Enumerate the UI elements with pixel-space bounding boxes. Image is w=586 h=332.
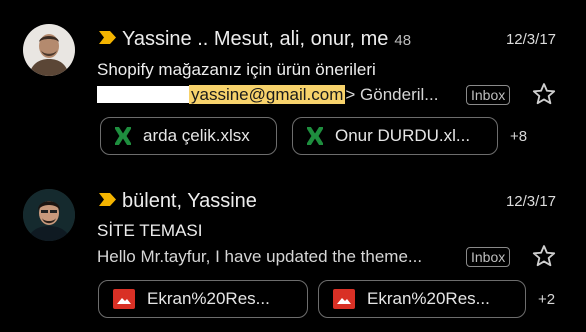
attachment-name: Ekran%20Res... bbox=[147, 289, 270, 308]
excel-file-icon bbox=[307, 127, 323, 145]
star-outline-icon[interactable] bbox=[531, 243, 557, 269]
attachment-name: Onur DURDU.xl... bbox=[335, 126, 471, 145]
sender-names: bülent, Yassine bbox=[122, 190, 257, 212]
snippet-tail: > Gönderil... bbox=[345, 85, 439, 104]
important-marker-icon[interactable] bbox=[99, 31, 116, 44]
thread-count: 48 bbox=[394, 32, 412, 49]
inbox-label-badge[interactable]: Inbox bbox=[466, 85, 511, 105]
email-snippet: Hello Mr.tayfur, I have updated the them… bbox=[97, 247, 423, 266]
email-date: 12/3/17 bbox=[505, 31, 556, 48]
important-marker-icon[interactable] bbox=[99, 193, 116, 206]
email-subject: SİTE TEMASI bbox=[97, 221, 203, 240]
more-attachments-count[interactable]: +2 bbox=[538, 291, 555, 308]
avatar[interactable] bbox=[23, 189, 75, 241]
sender-row: bülent, Yassine bbox=[99, 190, 257, 213]
sender-row: Yassine .. Mesut, ali, onur, me 48 bbox=[99, 28, 411, 51]
sender-names: Yassine .. Mesut, ali, onur, me bbox=[122, 28, 389, 50]
avatar[interactable] bbox=[23, 24, 75, 76]
email-snippet: yassine@gmail.com > Gönderil... bbox=[97, 85, 438, 105]
attachment-name: arda çelik.xlsx bbox=[143, 126, 250, 145]
attachment-chip[interactable]: Onur DURDU.xl... bbox=[292, 117, 498, 155]
image-file-icon bbox=[113, 289, 135, 309]
highlighted-email: yassine@gmail.com bbox=[189, 85, 346, 104]
image-file-icon bbox=[333, 289, 355, 309]
star-outline-icon[interactable] bbox=[531, 81, 557, 107]
attachment-chip[interactable]: Ekran%20Res... bbox=[318, 280, 526, 318]
excel-file-icon bbox=[115, 127, 131, 145]
email-date: 12/3/17 bbox=[505, 193, 556, 210]
inbox-label-badge[interactable]: Inbox bbox=[466, 247, 511, 267]
more-attachments-count[interactable]: +8 bbox=[510, 128, 527, 145]
email-subject: Shopify mağazanız için ürün önerileri bbox=[97, 60, 376, 79]
attachment-chip[interactable]: arda çelik.xlsx bbox=[100, 117, 277, 155]
attachment-chip[interactable]: Ekran%20Res... bbox=[98, 280, 308, 318]
redacted-text bbox=[97, 86, 189, 103]
attachment-name: Ekran%20Res... bbox=[367, 289, 490, 308]
